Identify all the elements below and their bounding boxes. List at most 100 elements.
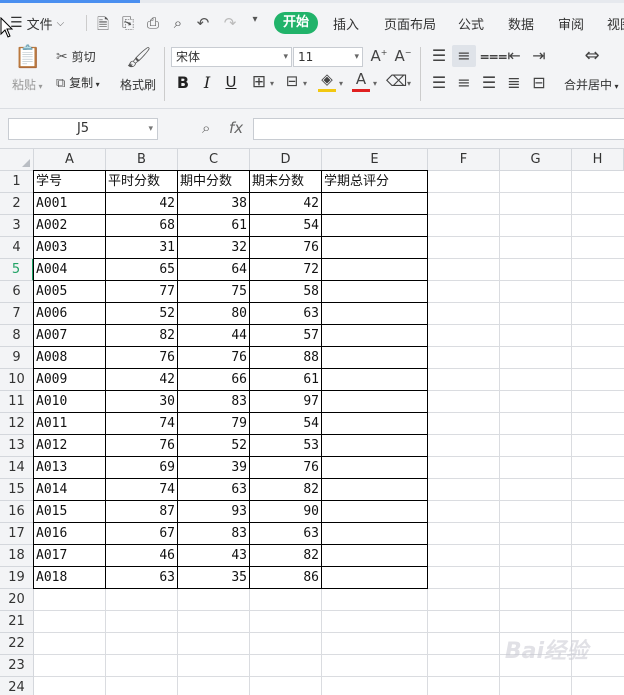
data-cell[interactable]: 42: [250, 193, 322, 215]
decrease-indent-icon[interactable]: ⇤: [505, 46, 523, 65]
tab-page-layout[interactable]: 页面布局: [384, 14, 436, 33]
underline-button[interactable]: U: [223, 73, 239, 91]
row-header-2[interactable]: 2: [0, 193, 34, 215]
header-cell[interactable]: 平时分数: [106, 171, 178, 193]
print-icon[interactable]: ⎙: [143, 14, 163, 32]
align-left-icon[interactable]: ☰: [430, 73, 448, 92]
column-header-f[interactable]: F: [428, 149, 500, 171]
row-header-9[interactable]: 9: [0, 347, 34, 369]
data-cell[interactable]: A004: [34, 259, 106, 281]
row-header-16[interactable]: 16: [0, 501, 34, 523]
data-cell[interactable]: 76: [178, 347, 250, 369]
borders-icon[interactable]: ⊞: [250, 72, 268, 92]
data-cell[interactable]: 66: [178, 369, 250, 391]
data-cell[interactable]: 39: [178, 457, 250, 479]
eraser-icon[interactable]: ⌫: [386, 72, 407, 90]
decrease-font-icon[interactable]: A−: [394, 47, 412, 65]
data-cell[interactable]: 65: [106, 259, 178, 281]
data-cell[interactable]: A015: [34, 501, 106, 523]
font-color-dropdown-icon[interactable]: ▾: [373, 79, 377, 88]
row-header-15[interactable]: 15: [0, 479, 34, 501]
font-name-select[interactable]: 宋体 ▾: [171, 47, 292, 67]
column-header-g[interactable]: G: [500, 149, 572, 171]
row-header-12[interactable]: 12: [0, 413, 34, 435]
column-header-c[interactable]: C: [178, 149, 250, 171]
data-cell[interactable]: 63: [250, 303, 322, 325]
align-center-icon[interactable]: ≡: [455, 73, 473, 92]
data-cell[interactable]: 53: [250, 435, 322, 457]
header-cell[interactable]: 期中分数: [178, 171, 250, 193]
row-header-14[interactable]: 14: [0, 457, 34, 479]
data-cell[interactable]: 68: [106, 215, 178, 237]
data-cell[interactable]: A017: [34, 545, 106, 567]
data-cell[interactable]: 82: [106, 325, 178, 347]
cell-style-icon[interactable]: ⊟: [283, 72, 301, 90]
fill-color-dropdown-icon[interactable]: ▾: [339, 79, 343, 88]
merge-center-button[interactable]: 合并居中 ▾: [564, 76, 619, 93]
data-cell[interactable]: A012: [34, 435, 106, 457]
data-cell[interactable]: A007: [34, 325, 106, 347]
column-header-e[interactable]: E: [322, 149, 428, 171]
data-cell[interactable]: 76: [106, 435, 178, 457]
data-cell[interactable]: 42: [106, 369, 178, 391]
tab-data[interactable]: 数据: [508, 14, 534, 33]
data-cell[interactable]: 57: [250, 325, 322, 347]
font-size-select[interactable]: 11 ▾: [293, 47, 363, 67]
data-cell[interactable]: 83: [178, 391, 250, 413]
paste-icon[interactable]: 📋: [14, 45, 41, 70]
row-header-23[interactable]: 23: [0, 655, 34, 677]
align-top-icon[interactable]: ☰: [430, 46, 448, 65]
row-header-4[interactable]: 4: [0, 237, 34, 259]
row-header-20[interactable]: 20: [0, 589, 34, 611]
print-preview-icon[interactable]: ⌕: [168, 14, 188, 32]
data-cell[interactable]: A005: [34, 281, 106, 303]
data-cell[interactable]: 54: [250, 215, 322, 237]
borders-dropdown-icon[interactable]: ▾: [270, 79, 274, 88]
row-header-5[interactable]: 5: [0, 259, 34, 281]
row-header-3[interactable]: 3: [0, 215, 34, 237]
undo-icon[interactable]: ↶: [193, 14, 213, 32]
data-cell[interactable]: 63: [250, 523, 322, 545]
tab-view[interactable]: 视图: [607, 14, 624, 33]
data-cell[interactable]: 74: [106, 413, 178, 435]
file-menu-button[interactable]: ☰ 文件 ⌵: [10, 12, 80, 34]
data-cell[interactable]: 67: [106, 523, 178, 545]
select-all-corner[interactable]: [0, 149, 34, 171]
tab-review[interactable]: 审阅: [558, 14, 584, 33]
data-cell[interactable]: 83: [178, 523, 250, 545]
row-header-22[interactable]: 22: [0, 633, 34, 655]
header-cell[interactable]: 期末分数: [250, 171, 322, 193]
header-cell[interactable]: 学号: [34, 171, 106, 193]
data-cell[interactable]: A011: [34, 413, 106, 435]
column-header-h[interactable]: H: [572, 149, 624, 171]
align-right-icon[interactable]: ☰: [480, 73, 498, 92]
row-header-17[interactable]: 17: [0, 523, 34, 545]
data-cell[interactable]: 74: [106, 479, 178, 501]
row-header-7[interactable]: 7: [0, 303, 34, 325]
data-cell[interactable]: A014: [34, 479, 106, 501]
data-cell[interactable]: 63: [106, 567, 178, 589]
data-cell[interactable]: 79: [178, 413, 250, 435]
data-cell[interactable]: 87: [106, 501, 178, 523]
align-bottom-icon[interactable]: ⩶: [480, 46, 507, 66]
column-header-d[interactable]: D: [250, 149, 322, 171]
data-cell[interactable]: A001: [34, 193, 106, 215]
row-header-10[interactable]: 10: [0, 369, 34, 391]
data-cell[interactable]: A010: [34, 391, 106, 413]
data-cell[interactable]: 82: [250, 479, 322, 501]
data-cell[interactable]: 76: [250, 457, 322, 479]
data-cell[interactable]: 90: [250, 501, 322, 523]
data-cell[interactable]: 63: [178, 479, 250, 501]
eraser-dropdown-icon[interactable]: ▾: [407, 79, 411, 88]
quick-access-more-icon[interactable]: ▾: [245, 14, 265, 25]
row-header-6[interactable]: 6: [0, 281, 34, 303]
insert-function-button[interactable]: fx: [229, 119, 243, 137]
save-icon[interactable]: 🗎: [93, 14, 113, 39]
row-header-18[interactable]: 18: [0, 545, 34, 567]
data-cell[interactable]: 88: [250, 347, 322, 369]
data-cell[interactable]: 77: [106, 281, 178, 303]
data-cell[interactable]: 97: [250, 391, 322, 413]
data-cell[interactable]: A003: [34, 237, 106, 259]
tab-home[interactable]: 开始: [274, 12, 318, 34]
data-cell[interactable]: 72: [250, 259, 322, 281]
